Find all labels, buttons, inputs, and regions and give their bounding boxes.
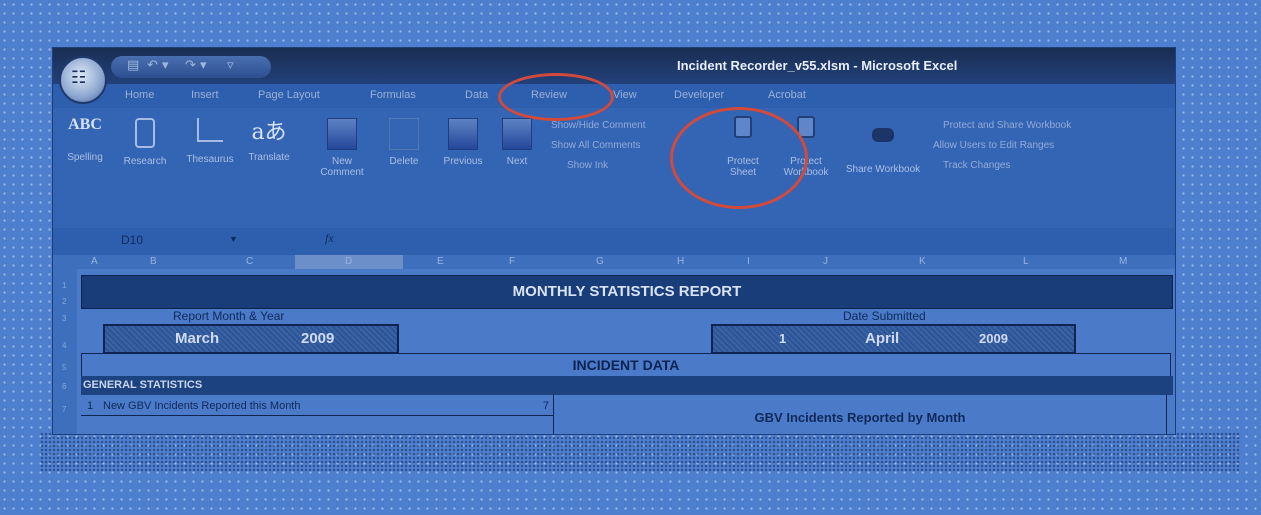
spelling-button[interactable]: ABC Spelling (55, 116, 115, 163)
next-comment-button[interactable]: Next (495, 118, 539, 167)
review-tab-highlight-circle (498, 73, 614, 121)
column-headers (53, 255, 1175, 269)
excel-window: ▤ ↶ ▾ ↷ ▾ ▿ Incident Recorder_v55.xlsm -… (53, 48, 1175, 434)
translate-icon: aあ (251, 120, 287, 145)
incident-data-header: INCIDENT DATA (81, 353, 1171, 377)
tab-data[interactable]: Data (465, 89, 488, 101)
window-shadow (40, 432, 1240, 472)
protect-and-share-button[interactable]: Protect and Share Workbook (943, 120, 1071, 131)
customize-qat-icon[interactable]: ▿ (227, 58, 234, 73)
previous-label: Previous (443, 156, 483, 167)
column-header-k[interactable]: K (919, 256, 926, 267)
general-statistics-header: GENERAL STATISTICS (81, 376, 1173, 395)
row-header-4[interactable]: 4 (62, 341, 66, 350)
translate-label: Translate (248, 152, 290, 163)
delete-comment-button[interactable]: Delete (377, 118, 431, 167)
gbv-incidents-chart[interactable]: GBV Incidents Reported by Month (553, 395, 1167, 434)
undo-icon[interactable]: ↶ ▾ (147, 58, 169, 73)
column-header-c[interactable]: C (246, 256, 253, 267)
title-bar: ▤ ↶ ▾ ↷ ▾ ▿ Incident Recorder_v55.xlsm -… (53, 48, 1175, 84)
share-workbook-label: Share Workbook (845, 164, 921, 175)
redo-icon[interactable]: ↷ ▾ (185, 58, 207, 73)
office-button[interactable]: ☷ (59, 56, 107, 104)
thesaurus-label: Thesaurus (186, 154, 234, 165)
previous-comment-button[interactable]: Previous (435, 118, 491, 167)
fx-icon[interactable]: fx (325, 231, 334, 246)
submitted-month-value: April (865, 330, 900, 347)
new-comment-label: New Comment (320, 156, 364, 178)
row-number: 1 (87, 400, 94, 412)
new-comment-icon (327, 118, 357, 150)
show-ink-button[interactable]: Show Ink (567, 160, 608, 171)
date-submitted-box[interactable]: 1 April 2009 (711, 324, 1076, 354)
thesaurus-button[interactable]: Thesaurus (179, 118, 241, 165)
column-header-a[interactable]: A (91, 256, 98, 267)
allow-users-edit-ranges-button[interactable]: Allow Users to Edit Ranges (933, 140, 1054, 151)
column-header-f[interactable]: F (509, 256, 515, 267)
show-all-comments-button[interactable]: Show All Comments (551, 140, 640, 151)
column-header-b[interactable]: B (150, 256, 157, 267)
report-month-year-box[interactable]: March 2009 (103, 324, 399, 354)
research-icon (135, 118, 155, 148)
chart-title: GBV Incidents Reported by Month (754, 410, 966, 425)
name-box[interactable]: D10 (121, 233, 143, 247)
column-header-g[interactable]: G (596, 256, 604, 267)
new-incidents-label: New GBV Incidents Reported this Month (103, 400, 301, 412)
show-hide-comment-button[interactable]: Show/Hide Comment (551, 120, 645, 131)
ribbon-review: ABC Spelling Research Thesaurus aあ Trans… (53, 108, 1175, 228)
name-box-dropdown-icon[interactable]: ▼ (229, 234, 238, 244)
tab-formulas[interactable]: Formulas (370, 89, 416, 101)
thesaurus-icon (197, 118, 223, 142)
ribbon-tabs: Home Insert Page Layout Formulas Data Re… (53, 86, 1175, 108)
tab-acrobat[interactable]: Acrobat (768, 89, 806, 101)
report-title: MONTHLY STATISTICS REPORT (81, 275, 1173, 309)
quick-access-toolbar: ▤ ↶ ▾ ↷ ▾ ▿ (111, 56, 271, 78)
next-label: Next (506, 156, 528, 167)
previous-comment-icon (448, 118, 478, 150)
row-header-1[interactable]: 1 (62, 281, 66, 290)
research-label: Research (123, 156, 167, 167)
row-header-3[interactable]: 3 (62, 314, 66, 323)
window-title: Incident Recorder_v55.xlsm - Microsoft E… (677, 58, 958, 73)
row-header-6[interactable]: 6 (62, 382, 66, 391)
column-header-m[interactable]: M (1119, 256, 1127, 267)
delete-label: Delete (389, 156, 419, 167)
protect-sheet-highlight-circle (670, 107, 808, 209)
save-icon[interactable]: ▤ (127, 58, 139, 73)
column-header-j[interactable]: J (823, 256, 828, 267)
research-button[interactable]: Research (117, 118, 173, 167)
row-headers: 1 2 3 4 5 6 7 (53, 269, 77, 434)
translate-button[interactable]: aあ Translate (241, 114, 297, 163)
date-submitted-label: Date Submitted (843, 309, 926, 323)
column-header-d[interactable]: D (345, 256, 352, 267)
submitted-year-value: 2009 (979, 331, 1008, 346)
new-incidents-row[interactable]: 1 New GBV Incidents Reported this Month … (81, 398, 553, 416)
column-header-h[interactable]: H (677, 256, 684, 267)
report-year-value: 2009 (301, 330, 335, 347)
tab-home[interactable]: Home (125, 89, 154, 101)
tab-view[interactable]: View (613, 89, 637, 101)
spelling-icon: ABC (68, 116, 102, 133)
new-comment-button[interactable]: New Comment (315, 118, 369, 178)
next-comment-icon (502, 118, 532, 150)
column-header-e[interactable]: E (437, 256, 444, 267)
submitted-day-value: 1 (779, 331, 787, 346)
report-month-label: Report Month & Year (173, 309, 285, 323)
track-changes-button[interactable]: Track Changes (943, 160, 1010, 171)
new-incidents-value: 7 (542, 400, 549, 412)
report-month-value: March (175, 330, 220, 347)
share-workbook-button[interactable]: Share Workbook (845, 118, 921, 175)
column-header-i[interactable]: I (747, 256, 750, 267)
column-header-l[interactable]: L (1023, 256, 1029, 267)
tab-page-layout[interactable]: Page Layout (258, 89, 320, 101)
row-header-2[interactable]: 2 (62, 297, 66, 306)
office-logo-icon: ☷ (71, 68, 87, 88)
row-header-5[interactable]: 5 (62, 363, 66, 372)
share-icon (872, 128, 894, 142)
delete-comment-icon (389, 118, 419, 150)
tab-developer[interactable]: Developer (674, 89, 724, 101)
row-header-7[interactable]: 7 (62, 405, 66, 414)
tab-insert[interactable]: Insert (191, 89, 219, 101)
spelling-label: Spelling (67, 152, 103, 163)
